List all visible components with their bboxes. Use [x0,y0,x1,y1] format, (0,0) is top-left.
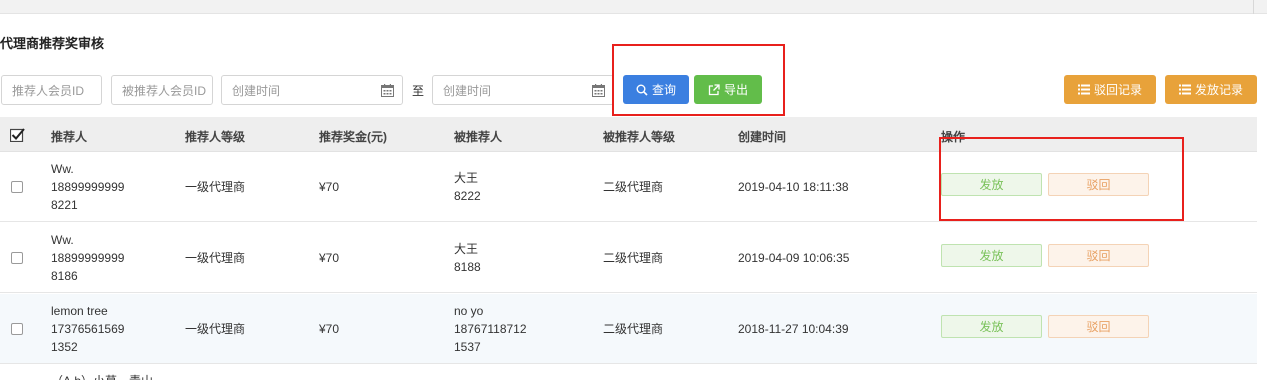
calendar-icon[interactable] [592,84,605,97]
referrer-id: 8186 [51,269,78,283]
bonus-amount: ¥70 [319,180,340,194]
header-referrer: 推荐人 [51,130,88,144]
calendar-icon[interactable] [381,84,394,97]
referrer-level: 一级代理商 [185,322,246,336]
external-link-icon [708,83,720,95]
list-icon [1178,84,1191,95]
referrer-name: Ww. [51,162,74,176]
search-icon [636,84,648,96]
referee-level: 二级代理商 [603,322,664,336]
header-actions: 操作 [941,130,966,144]
referee-name: 大王 [454,171,479,185]
row-checkbox[interactable] [11,323,23,335]
referee-phone: 18767118712 [454,322,527,336]
created-to-input[interactable]: 创建时间 [432,75,614,105]
referee-id-placeholder: 被推荐人会员ID [122,83,207,98]
referee-id: 1537 [454,340,481,354]
referrer-name: Ww. [51,233,74,247]
created-from-input[interactable]: 创建时间 [221,75,403,105]
table-row: Ww. 18899999999 8221 一级代理商 ¥70 大王 8222 二… [0,152,1257,222]
approve-payout-button[interactable]: 发放 [941,244,1042,267]
approve-payout-button[interactable]: 发放 [941,315,1042,338]
referee-level: 二级代理商 [603,180,664,194]
referrer-phone: 17376561569 [51,322,125,336]
referrer-id: 1352 [51,340,78,354]
created-to-placeholder: 创建时间 [443,83,492,98]
referee-name: 大王 [454,242,479,256]
divider [1253,0,1254,14]
referrer-id-placeholder: 推荐人会员ID [12,83,85,98]
reject-records-label: 驳回记录 [1093,83,1142,97]
partial-row-text: （A.b）小草一青山 [51,372,153,380]
date-range-separator: 至 [412,84,425,98]
referrer-cell: Ww. 18899999999 8186 [51,231,124,285]
search-button[interactable]: 查询 [623,75,689,104]
reject-button[interactable]: 驳回 [1048,173,1149,196]
referee-name: no yo [454,304,484,318]
referee-id: 8222 [454,189,481,203]
top-strip [0,0,1267,14]
row-checkbox[interactable] [11,252,23,264]
created-from-placeholder: 创建时间 [232,83,281,98]
referee-id: 8188 [454,260,481,274]
reject-button[interactable]: 驳回 [1048,244,1149,267]
referee-cell: no yo 18767118712 1537 [454,302,527,356]
referrer-id-input[interactable]: 推荐人会员ID [1,75,102,105]
select-all-checkbox[interactable] [10,127,25,142]
search-button-label: 查询 [651,83,676,97]
referee-level: 二级代理商 [603,251,664,265]
header-bonus: 推荐奖金(元) [319,130,387,144]
referrer-id: 8221 [51,198,78,212]
export-button[interactable]: 导出 [694,75,762,104]
table-row: Ww. 18899999999 8186 一级代理商 ¥70 大王 8188 二… [0,223,1257,293]
referrer-phone: 18899999999 [51,251,125,265]
referee-cell: 大王 8222 [454,169,481,205]
table-row: lemon tree 17376561569 1352 一级代理商 ¥70 no… [0,294,1257,364]
list-icon [1077,84,1090,95]
header-referee: 被推荐人 [454,130,503,144]
payout-records-label: 发放记录 [1194,83,1243,97]
created-time: 2019-04-09 10:06:35 [738,251,850,265]
export-button-label: 导出 [723,83,748,97]
approve-payout-button[interactable]: 发放 [941,173,1042,196]
referee-id-input[interactable]: 被推荐人会员ID [111,75,213,105]
bonus-amount: ¥70 [319,322,340,336]
payout-records-button[interactable]: 发放记录 [1165,75,1257,104]
page-title: 代理商推荐奖审核 [0,36,105,51]
header-created-time: 创建时间 [738,130,787,144]
referrer-name: lemon tree [51,304,108,318]
created-time: 2018-11-27 10:04:39 [738,322,849,336]
referrer-phone: 18899999999 [51,180,125,194]
referee-cell: 大王 8188 [454,240,481,276]
row-checkbox[interactable] [11,181,23,193]
reject-records-button[interactable]: 驳回记录 [1064,75,1156,104]
header-referee-level: 被推荐人等级 [603,130,676,144]
header-referrer-level: 推荐人等级 [185,130,246,144]
referrer-level: 一级代理商 [185,180,246,194]
table-header: 推荐人 推荐人等级 推荐奖金(元) 被推荐人 被推荐人等级 创建时间 操作 [0,117,1257,152]
referrer-cell: Ww. 18899999999 8221 [51,160,124,214]
reject-button[interactable]: 驳回 [1048,315,1149,338]
bonus-amount: ¥70 [319,251,340,265]
referrer-level: 一级代理商 [185,251,246,265]
created-time: 2019-04-10 18:11:38 [738,180,849,194]
referrer-cell: lemon tree 17376561569 1352 [51,302,124,356]
